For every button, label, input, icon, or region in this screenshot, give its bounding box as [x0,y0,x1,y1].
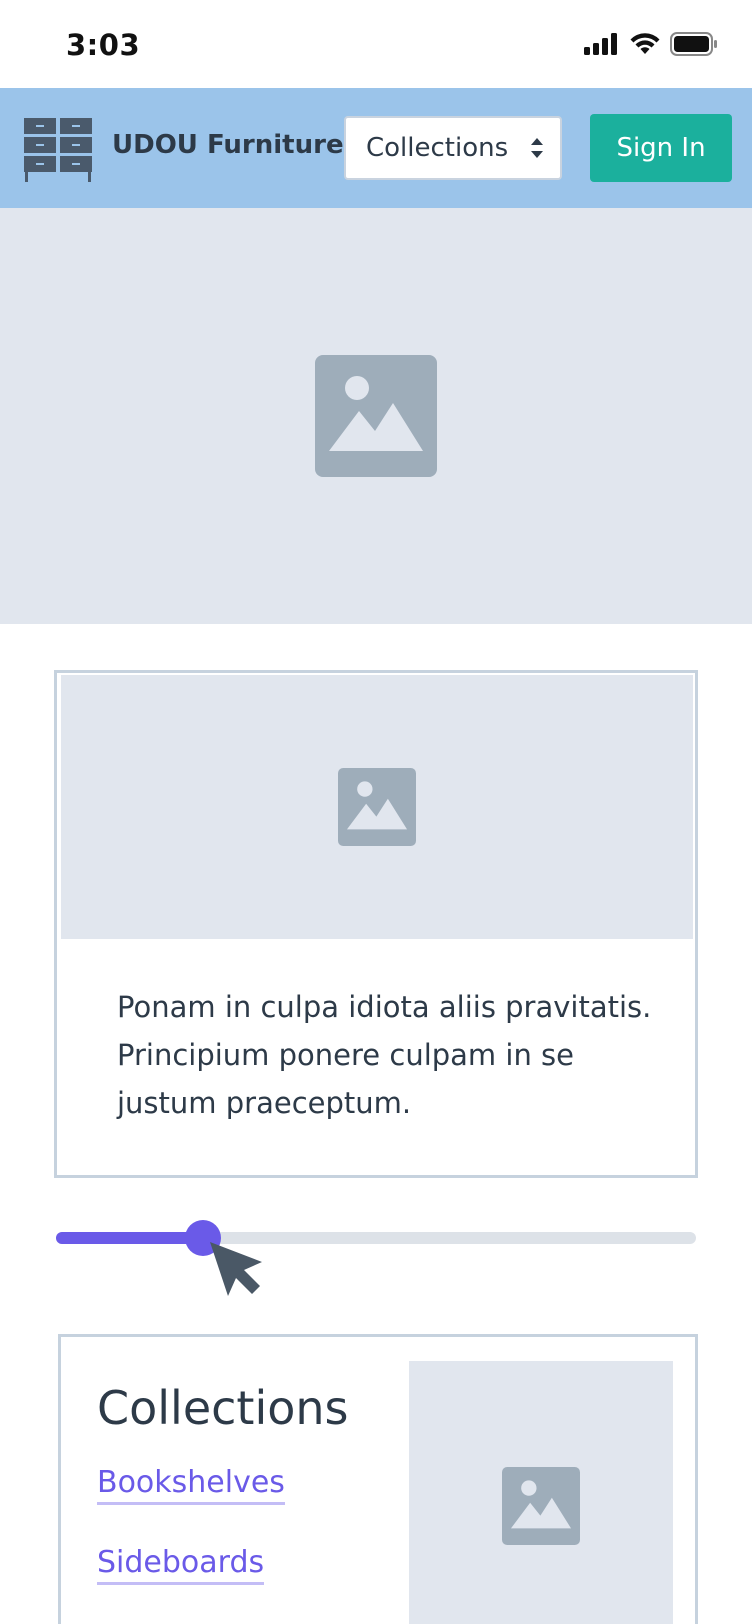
status-time: 3:03 [66,28,141,62]
collections-select[interactable]: Collections [344,116,562,180]
status-bar: 3:03 [0,0,752,88]
link-sideboards[interactable]: Sideboards [97,1545,265,1585]
image-icon [315,355,437,477]
image-icon [338,768,416,846]
collections-card: Collections Bookshelves Sideboards [58,1334,698,1624]
status-icons [584,32,718,56]
slider-fill [56,1232,204,1244]
content-card: Ponam in culpa idiota aliis pravitatis. … [54,670,698,1178]
battery-icon [670,32,717,56]
collections-select-value: Collections [366,133,509,163]
site-header: UDOU Furniture Collections Sign In [0,88,752,208]
collections-title: Collections [97,1381,349,1435]
card-image [61,675,693,939]
logo[interactable] [24,118,94,186]
hero-image [0,208,752,624]
brand-name: UDOU Furniture [112,130,344,160]
image-icon [502,1467,580,1545]
signal-icon [584,33,617,55]
mouse-pointer-icon [210,1242,262,1296]
link-bookshelves[interactable]: Bookshelves [97,1465,285,1505]
drawer-cabinet-icon [24,118,92,182]
range-slider[interactable] [56,1220,696,1256]
sign-in-button[interactable]: Sign In [590,114,732,182]
collections-image [409,1361,673,1624]
card-text: Ponam in culpa idiota aliis pravitatis. … [117,990,652,1120]
chevron-up-down-icon [531,138,543,158]
wifi-icon [630,33,660,54]
